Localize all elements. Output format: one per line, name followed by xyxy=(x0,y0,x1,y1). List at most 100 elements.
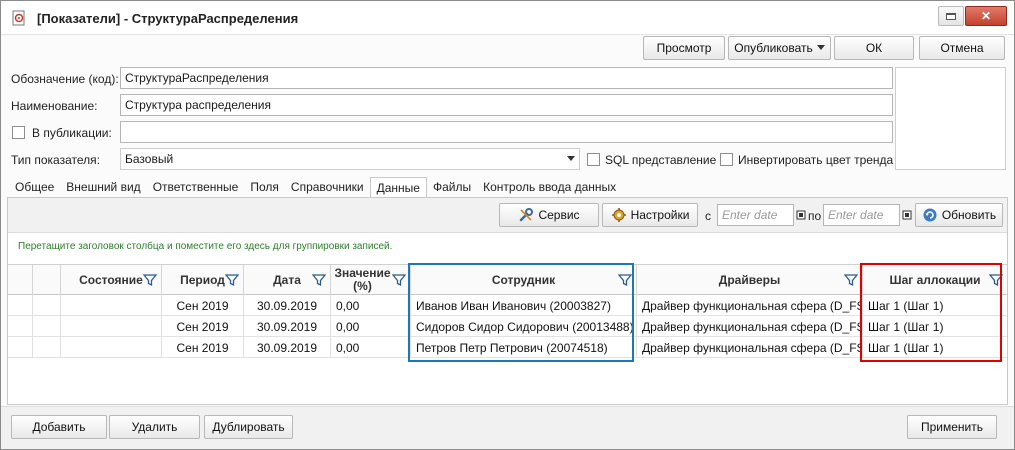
cell-date[interactable]: 30.09.2019 xyxy=(244,295,331,316)
header-value-label: Значение (%) xyxy=(334,266,391,293)
cell-period[interactable]: Сен 2019 xyxy=(162,295,244,316)
date-from-input[interactable]: Enter date xyxy=(717,204,794,226)
tab-appearance[interactable]: Внешний вид xyxy=(60,177,146,197)
refresh-button[interactable]: Обновить xyxy=(915,203,1003,227)
cell-status[interactable] xyxy=(61,295,162,316)
row-select-cell[interactable] xyxy=(33,316,61,337)
duplicate-button-label: Дублировать xyxy=(212,420,285,434)
tab-dictionaries[interactable]: Справочники xyxy=(285,177,370,197)
cell-drivers[interactable]: Драйвер функциональная сфера (D_FS) xyxy=(637,295,863,316)
cell-period[interactable]: Сен 2019 xyxy=(162,337,244,358)
tab-general[interactable]: Общее xyxy=(9,177,60,197)
header-drivers-label: Драйверы xyxy=(718,272,781,287)
header-select-cell[interactable] xyxy=(33,265,61,295)
cancel-button-label: Отмена xyxy=(940,41,984,55)
bottom-bar: Добавить Удалить Дублировать Применить xyxy=(1,406,1014,449)
header-status[interactable]: Состояние xyxy=(61,265,162,295)
sql-checkbox[interactable] xyxy=(587,153,600,166)
cell-status[interactable] xyxy=(61,316,162,337)
close-icon: ✕ xyxy=(980,9,992,23)
cell-date[interactable]: 30.09.2019 xyxy=(244,337,331,358)
date-from-label: с xyxy=(705,209,711,223)
publish-label: В публикации: xyxy=(32,126,112,140)
service-button[interactable]: Сервис xyxy=(499,203,599,227)
row-select-cell[interactable] xyxy=(33,337,61,358)
allocation-step-column-highlight xyxy=(860,263,1002,362)
chevron-down-icon xyxy=(816,45,825,50)
settings-button-label: Настройки xyxy=(630,208,690,222)
minimize-icon xyxy=(946,12,956,20)
header-period[interactable]: Период xyxy=(162,265,244,295)
data-toolbar: Сервис Настройки с Enter date по Enter d… xyxy=(8,198,1007,233)
publish-button-label: Опубликовать xyxy=(734,41,813,55)
filter-icon[interactable] xyxy=(143,273,157,287)
cell-value[interactable]: 0,00 xyxy=(331,337,411,358)
filter-icon[interactable] xyxy=(225,273,239,287)
service-button-label: Сервис xyxy=(538,208,580,222)
dialog-window: [Показатели] - СтруктураРаспределения ✕ … xyxy=(0,0,1015,450)
publish-field[interactable] xyxy=(120,121,893,143)
cell-date[interactable]: 30.09.2019 xyxy=(244,316,331,337)
cell-status[interactable] xyxy=(61,337,162,358)
date-to-input[interactable]: Enter date xyxy=(823,204,900,226)
header-date[interactable]: Дата xyxy=(244,265,331,295)
name-label: Наименование: xyxy=(11,99,98,113)
header-period-label: Период xyxy=(180,272,225,287)
ok-button-label: ОК xyxy=(865,41,883,55)
filter-icon[interactable] xyxy=(312,273,326,287)
preview-button[interactable]: Просмотр xyxy=(643,36,725,60)
code-label: Обозначение (код): xyxy=(11,72,119,86)
settings-button[interactable]: Настройки xyxy=(602,203,698,227)
apply-button[interactable]: Применить xyxy=(907,415,997,439)
refresh-icon xyxy=(923,208,937,222)
type-select-value: Базовый xyxy=(125,152,174,166)
header-date-label: Дата xyxy=(273,272,301,287)
date-to-label: по xyxy=(808,209,822,223)
cell-drivers[interactable]: Драйвер функциональная сфера (D_FS) xyxy=(637,316,863,337)
cancel-button[interactable]: Отмена xyxy=(919,36,1005,60)
type-label: Тип показателя: xyxy=(11,153,100,167)
sql-label: SQL представление xyxy=(605,153,717,167)
add-button-label: Добавить xyxy=(32,420,86,434)
row-indicator xyxy=(8,316,33,337)
refresh-button-label: Обновить xyxy=(941,208,997,222)
employee-column-highlight xyxy=(408,263,634,362)
row-select-cell[interactable] xyxy=(33,295,61,316)
close-button[interactable]: ✕ xyxy=(965,6,1007,26)
tab-responsible[interactable]: Ответственные xyxy=(147,177,245,197)
filter-icon[interactable] xyxy=(844,273,858,287)
publish-button[interactable]: Опубликовать xyxy=(728,36,831,60)
window-title: [Показатели] - СтруктураРаспределения xyxy=(37,11,299,26)
filter-icon[interactable] xyxy=(392,273,406,287)
title-bar: [Показатели] - СтруктураРаспределения ✕ xyxy=(1,1,1014,35)
invert-checkbox[interactable] xyxy=(720,153,733,166)
cell-value[interactable]: 0,00 xyxy=(331,316,411,337)
cell-drivers[interactable]: Драйвер функциональная сфера (D_FS) xyxy=(637,337,863,358)
image-placeholder xyxy=(895,67,1006,170)
calendar-icon[interactable] xyxy=(901,209,913,221)
wrench-icon xyxy=(520,208,534,222)
publish-checkbox[interactable] xyxy=(12,126,25,139)
name-field[interactable]: Структура распределения xyxy=(120,94,893,116)
cell-value[interactable]: 0,00 xyxy=(331,295,411,316)
ok-button[interactable]: ОК xyxy=(834,36,914,60)
group-by-hint: Перетащите заголовок столбца и поместите… xyxy=(18,241,393,252)
code-field[interactable]: СтруктураРаспределения xyxy=(120,67,893,89)
header-drivers[interactable]: Драйверы xyxy=(637,265,863,295)
tab-files[interactable]: Файлы xyxy=(427,177,477,197)
tab-input-control[interactable]: Контроль ввода данных xyxy=(477,177,622,197)
tab-data[interactable]: Данные xyxy=(369,177,427,197)
calendar-icon[interactable] xyxy=(795,209,807,221)
duplicate-button[interactable]: Дублировать xyxy=(204,415,293,439)
header-indicator-cell xyxy=(8,265,33,295)
add-button[interactable]: Добавить xyxy=(11,415,107,439)
header-value[interactable]: Значение (%) xyxy=(331,265,411,295)
invert-label: Инвертировать цвет тренда xyxy=(738,153,894,167)
delete-button[interactable]: Удалить xyxy=(109,415,200,439)
tab-fields[interactable]: Поля xyxy=(244,177,285,197)
type-select[interactable]: Базовый xyxy=(120,148,580,170)
tab-strip: Общее Внешний вид Ответственные Поля Спр… xyxy=(9,177,622,197)
cell-period[interactable]: Сен 2019 xyxy=(162,316,244,337)
preview-button-label: Просмотр xyxy=(656,41,712,55)
minimize-button[interactable] xyxy=(938,6,964,26)
